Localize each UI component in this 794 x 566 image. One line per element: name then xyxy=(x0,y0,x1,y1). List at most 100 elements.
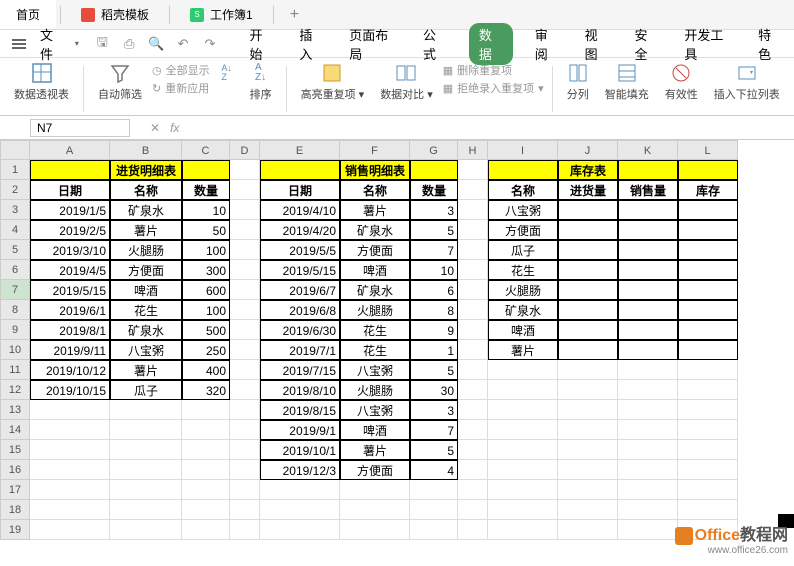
cell[interactable] xyxy=(678,480,738,500)
cell[interactable] xyxy=(230,160,260,180)
cell[interactable]: 10 xyxy=(182,200,230,220)
cell[interactable] xyxy=(618,520,678,540)
cell[interactable] xyxy=(410,500,458,520)
row-header[interactable]: 4 xyxy=(0,220,30,240)
col-header[interactable]: J xyxy=(558,140,618,160)
cell[interactable] xyxy=(182,440,230,460)
cell[interactable]: 花生 xyxy=(488,260,558,280)
cell[interactable] xyxy=(618,280,678,300)
cell[interactable] xyxy=(618,240,678,260)
cell[interactable] xyxy=(558,220,618,240)
cell[interactable] xyxy=(678,440,738,460)
cell[interactable]: 300 xyxy=(182,260,230,280)
cell[interactable] xyxy=(558,240,618,260)
cell[interactable] xyxy=(230,420,260,440)
cell[interactable] xyxy=(110,420,182,440)
cell[interactable]: 啤酒 xyxy=(488,320,558,340)
cell[interactable] xyxy=(458,220,488,240)
sort-button[interactable]: AZ↓ 排序 xyxy=(244,62,278,102)
cell[interactable]: 方便面 xyxy=(110,260,182,280)
cell[interactable]: 10 xyxy=(410,260,458,280)
cell[interactable] xyxy=(618,400,678,420)
row-header[interactable]: 6 xyxy=(0,260,30,280)
cell[interactable]: 2019/5/15 xyxy=(260,260,340,280)
cell[interactable]: 500 xyxy=(182,320,230,340)
cell[interactable] xyxy=(558,480,618,500)
col-header[interactable]: C xyxy=(182,140,230,160)
cell[interactable] xyxy=(182,160,230,180)
cell[interactable] xyxy=(458,420,488,440)
insert-dropdown-button[interactable]: 插入下拉列表 xyxy=(708,62,786,102)
cell[interactable] xyxy=(618,460,678,480)
cell[interactable]: 火腿肠 xyxy=(340,300,410,320)
cell[interactable]: 2019/2/5 xyxy=(30,220,110,240)
cell[interactable] xyxy=(182,480,230,500)
cell[interactable] xyxy=(488,420,558,440)
cell[interactable]: 600 xyxy=(182,280,230,300)
cell[interactable] xyxy=(230,360,260,380)
cell[interactable] xyxy=(458,260,488,280)
cell[interactable]: 250 xyxy=(182,340,230,360)
delete-dup-button[interactable]: ▦删除重复项 xyxy=(443,62,544,78)
row-header[interactable]: 10 xyxy=(0,340,30,360)
row-header[interactable]: 19 xyxy=(0,520,30,540)
cell[interactable]: 方便面 xyxy=(340,460,410,480)
cell[interactable]: 日期 xyxy=(260,180,340,200)
cell[interactable] xyxy=(458,520,488,540)
print-icon[interactable]: ⎙ xyxy=(118,36,141,52)
undo-icon[interactable]: ↶ xyxy=(172,36,195,52)
cell[interactable] xyxy=(488,380,558,400)
cell[interactable] xyxy=(230,520,260,540)
cell[interactable] xyxy=(618,480,678,500)
row-header[interactable]: 5 xyxy=(0,240,30,260)
col-header[interactable]: L xyxy=(678,140,738,160)
cell[interactable]: 矿泉水 xyxy=(340,220,410,240)
cell[interactable]: 火腿肠 xyxy=(488,280,558,300)
cancel-icon[interactable]: ✕ xyxy=(150,121,160,135)
filter-button[interactable]: 自动筛选 xyxy=(92,62,148,102)
cell[interactable] xyxy=(558,300,618,320)
tab-dev[interactable]: 开发工具 xyxy=(680,23,736,65)
cell[interactable]: 名称 xyxy=(488,180,558,200)
cell[interactable] xyxy=(458,200,488,220)
cell[interactable]: 花生 xyxy=(110,300,182,320)
split-button[interactable]: 分列 xyxy=(561,62,595,102)
cell[interactable] xyxy=(340,500,410,520)
cell[interactable] xyxy=(558,260,618,280)
cell[interactable]: 9 xyxy=(410,320,458,340)
sort-az-button[interactable]: A↓Z xyxy=(214,62,240,86)
cell[interactable]: 5 xyxy=(410,220,458,240)
cell[interactable]: 进货明细表 xyxy=(110,160,182,180)
cell[interactable]: 2019/6/1 xyxy=(30,300,110,320)
cell[interactable]: 数量 xyxy=(410,180,458,200)
cell[interactable]: 八宝粥 xyxy=(340,400,410,420)
cell[interactable]: 2019/7/1 xyxy=(260,340,340,360)
cell[interactable] xyxy=(458,240,488,260)
cell[interactable] xyxy=(488,160,558,180)
cell[interactable]: 2019/7/15 xyxy=(260,360,340,380)
cell[interactable]: 5 xyxy=(410,440,458,460)
cell[interactable]: 方便面 xyxy=(340,240,410,260)
cell[interactable]: 320 xyxy=(182,380,230,400)
cell[interactable] xyxy=(488,360,558,380)
cell[interactable] xyxy=(558,420,618,440)
cell[interactable]: 100 xyxy=(182,240,230,260)
cell[interactable] xyxy=(618,300,678,320)
cell[interactable]: 2019/6/30 xyxy=(260,320,340,340)
cell[interactable] xyxy=(678,300,738,320)
file-menu[interactable]: 文件 xyxy=(34,25,71,63)
cell[interactable]: 3 xyxy=(410,400,458,420)
cell[interactable] xyxy=(458,500,488,520)
cell[interactable]: 2019/4/5 xyxy=(30,260,110,280)
reapply-button[interactable]: ↻重新应用 xyxy=(152,80,210,96)
cell[interactable]: 啤酒 xyxy=(110,280,182,300)
cell[interactable] xyxy=(558,280,618,300)
cell[interactable] xyxy=(230,260,260,280)
cell[interactable]: 火腿肠 xyxy=(110,240,182,260)
cell[interactable] xyxy=(678,500,738,520)
cell[interactable]: 2019/8/10 xyxy=(260,380,340,400)
col-header[interactable]: K xyxy=(618,140,678,160)
show-all-button[interactable]: ◷全部显示 xyxy=(152,62,210,78)
cell[interactable] xyxy=(182,500,230,520)
cell[interactable] xyxy=(458,460,488,480)
